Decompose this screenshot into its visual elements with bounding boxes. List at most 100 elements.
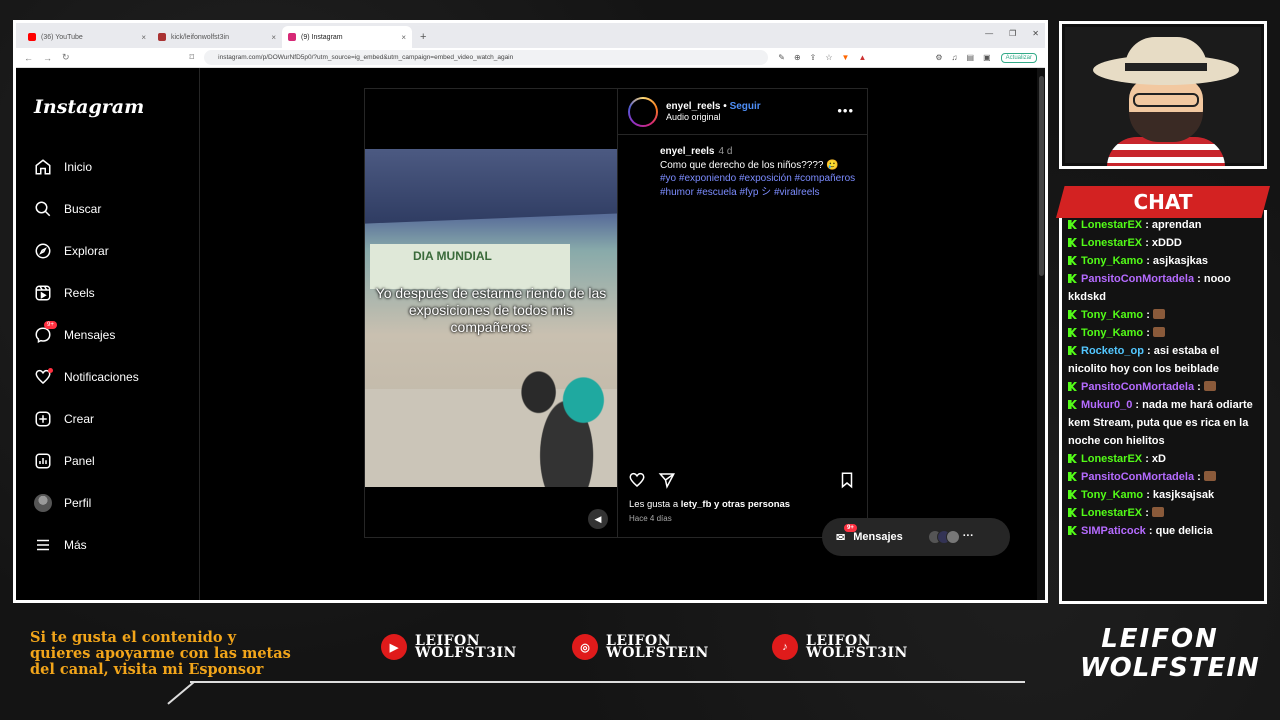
chat-message: LonestarEX : aprendan: [1068, 216, 1258, 234]
tab-label: (9) Instagram: [301, 33, 343, 41]
chat-text: asjkasjkas: [1152, 255, 1208, 267]
username-text[interactable]: enyel_reels: [666, 101, 721, 112]
recent-contacts: ···: [927, 530, 974, 544]
instagram-page: Instagram Inicio Buscar Explorar Reels 9…: [16, 68, 1045, 600]
likes-user[interactable]: lety_fb: [681, 499, 712, 510]
browser-window: (36) YouTube × kick/leifonwolfst3in × (9…: [13, 20, 1048, 603]
chat-text: kasjksajsak: [1152, 489, 1215, 501]
post-username[interactable]: enyel_reels • Seguir: [666, 101, 761, 112]
tab-bar: (36) YouTube × kick/leifonwolfst3in × (9…: [16, 23, 1045, 48]
star-icon[interactable]: ☆: [825, 53, 832, 62]
kick-badge-icon: [1068, 328, 1077, 337]
caption-time: 4 d: [718, 146, 733, 157]
chat-username[interactable]: PansitoConMortadela: [1081, 381, 1194, 393]
tab-youtube[interactable]: (36) YouTube ×: [22, 26, 152, 48]
forward-icon[interactable]: →: [43, 53, 52, 63]
reels-icon: [35, 285, 51, 301]
url-field[interactable]: instagram.com/p/DOWurNfD5p0/?utm_source=…: [204, 50, 769, 65]
mute-button[interactable]: ◀: [588, 509, 608, 529]
chat-username[interactable]: Tony_Kamo: [1081, 255, 1143, 267]
alert-icon[interactable]: ▲: [858, 53, 866, 62]
nav-item-explorar[interactable]: Explorar: [34, 230, 199, 272]
new-tab-button[interactable]: +: [412, 26, 434, 48]
nav-item-perfil[interactable]: Perfil: [34, 482, 199, 524]
chat-username[interactable]: Tony_Kamo: [1081, 309, 1143, 321]
nav-item-mas[interactable]: Más: [34, 524, 199, 566]
chat-username[interactable]: LonestarEX: [1081, 237, 1142, 249]
nav-item-mensajes[interactable]: 9+ Mensajes: [34, 314, 199, 356]
share-icon[interactable]: ⇪: [810, 53, 817, 62]
minimize-icon[interactable]: —: [985, 29, 993, 38]
maximize-icon[interactable]: ❐: [1009, 29, 1016, 38]
kick-badge-icon: [1068, 220, 1077, 229]
nav-item-panel[interactable]: Panel: [34, 440, 199, 482]
nav-label: Perfil: [64, 496, 92, 510]
address-bar: ← → ↻ ⌑ instagram.com/p/DOWurNfD5p0/?utm…: [16, 48, 1045, 68]
channel-logo: LEIFON WOLFSTEIN: [1080, 625, 1259, 690]
nav-item-buscar[interactable]: Buscar: [34, 188, 199, 230]
messenger-pill-icon: ✉: [836, 531, 846, 544]
back-icon[interactable]: ←: [24, 53, 33, 63]
page-scrollbar[interactable]: [1037, 68, 1045, 600]
chat-username[interactable]: Tony_Kamo: [1081, 327, 1143, 339]
menu-icon: [37, 539, 49, 551]
chat-username[interactable]: Mukur0_0: [1081, 399, 1132, 411]
zoom-icon[interactable]: ⊕: [794, 53, 801, 62]
sidebar-icon[interactable]: ▤: [967, 53, 975, 62]
chat-username[interactable]: LonestarEX: [1081, 453, 1142, 465]
music-icon[interactable]: ♫: [952, 53, 958, 62]
caption-hashtags[interactable]: #yo #exponiendo #exposición #compañeros …: [660, 172, 858, 199]
nav-label: Inicio: [64, 160, 93, 174]
chat-username[interactable]: SIMPaticock: [1081, 525, 1146, 537]
close-tab-icon[interactable]: ×: [271, 33, 276, 42]
share-send-icon[interactable]: [658, 471, 676, 489]
extension-icon[interactable]: ⚙: [935, 53, 942, 62]
nav-item-reels[interactable]: Reels: [34, 272, 199, 314]
tab-instagram[interactable]: (9) Instagram ×: [282, 26, 412, 48]
messages-pill[interactable]: ✉ 9+ Mensajes ···: [822, 518, 1010, 556]
pin-icon[interactable]: ✎: [778, 53, 785, 62]
messages-pill-label: Mensajes: [853, 531, 903, 543]
tab-kick[interactable]: kick/leifonwolfst3in ×: [152, 26, 282, 48]
scroll-thumb[interactable]: [1039, 76, 1044, 276]
likes-text: Les gusta a lety_fb y otras personas: [629, 499, 790, 510]
chat-username[interactable]: LonestarEX: [1081, 507, 1142, 519]
sponsor-message: Si te gusta el contenido y quieres apoya…: [30, 629, 291, 678]
close-window-icon[interactable]: ✕: [1032, 29, 1039, 38]
follow-button[interactable]: Seguir: [730, 101, 761, 112]
chat-message: LonestarEX : xDDD: [1068, 234, 1258, 252]
instagram-logo[interactable]: Instagram: [34, 96, 199, 118]
reload-icon[interactable]: ↻: [62, 52, 70, 63]
audio-label[interactable]: Audio original: [666, 112, 761, 122]
chat-text: xDDD: [1151, 237, 1182, 249]
nav-item-inicio[interactable]: Inicio: [34, 146, 199, 188]
profile-avatar[interactable]: [628, 96, 658, 127]
chat-message: PansitoConMortadela : nooo kkdskd: [1068, 273, 1231, 303]
chat-username[interactable]: PansitoConMortadela: [1081, 471, 1194, 483]
footer-divider: [190, 681, 1025, 683]
bookmark-save-icon[interactable]: [838, 471, 856, 489]
chat-username[interactable]: Rocketo_op: [1081, 345, 1144, 357]
chat-username[interactable]: LonestarEX: [1081, 219, 1142, 231]
more-contacts-icon: ···: [962, 530, 974, 542]
kick-badge-icon: [1068, 382, 1077, 391]
shield-icon[interactable]: ▼: [842, 53, 850, 62]
wallet-icon[interactable]: ▣: [983, 53, 991, 62]
chat-messages: LonestarEX : aprendan LonestarEX : xDDD To…: [1068, 216, 1258, 540]
likes-suffix[interactable]: y otras personas: [711, 499, 790, 510]
chat-username[interactable]: Tony_Kamo: [1081, 489, 1143, 501]
bookmark-icon[interactable]: ⌑: [190, 52, 195, 63]
youtube-favicon-icon: [28, 33, 36, 41]
reel-video[interactable]: DIA MUNDIAL Yo después de estarme riendo…: [365, 89, 617, 537]
like-heart-icon[interactable]: [628, 471, 646, 489]
chat-username[interactable]: PansitoConMortadela: [1081, 273, 1194, 285]
messages-pill-badge: 9+: [844, 524, 857, 532]
close-tab-icon[interactable]: ×: [141, 33, 146, 42]
update-button[interactable]: Actualizar: [1000, 52, 1037, 63]
more-options-icon[interactable]: •••: [837, 103, 854, 118]
nav-item-notificaciones[interactable]: Notificaciones: [34, 356, 199, 398]
video-people: [505, 329, 617, 487]
nav-item-crear[interactable]: Crear: [34, 398, 199, 440]
close-tab-icon[interactable]: ×: [401, 33, 406, 42]
caption-username[interactable]: enyel_reels: [660, 146, 715, 157]
